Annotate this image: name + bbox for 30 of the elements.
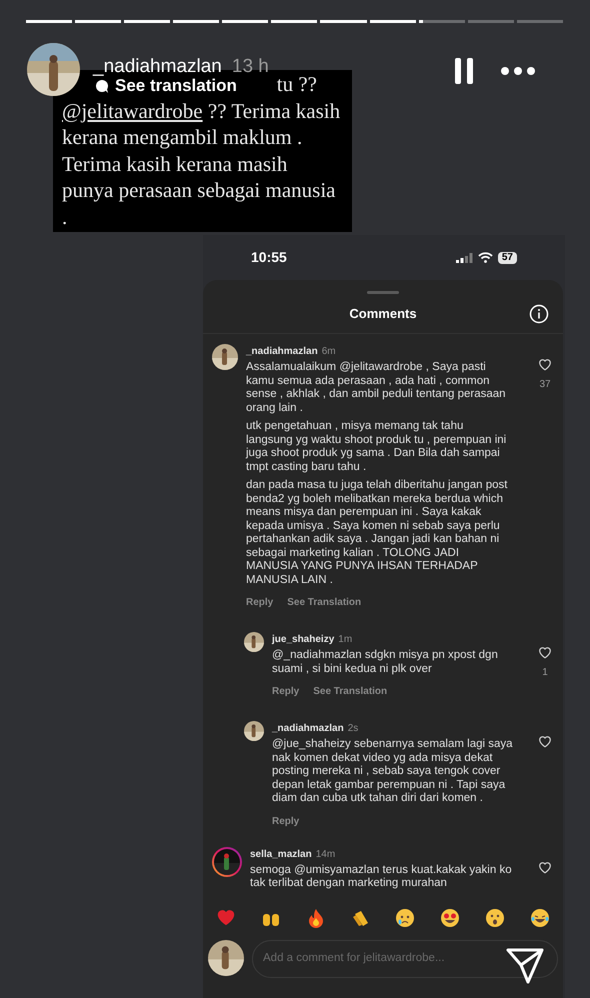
comment-action-link[interactable]: See Translation [287, 595, 362, 610]
comment-text: dan pada masa tu juga telah diberitahu jangan post benda2 yg boleh melibatkan mereka berdua which means misya dan perempuan ini . Saya kakak kepada umisya . Saya komen ni sebab saya perlu pertahankan adik saya . Jangan jadi kan bahan ni sebagai marketing kalian . TOLONG JADI MANUSIA YANG PUNYA IHSAN TERHADAP MANUSIA LAIN . [246, 479, 509, 587]
comment-username[interactable]: _nadiahmazlan [272, 721, 344, 736]
sheet-title: Comments [349, 304, 417, 323]
comment-text: Assalamualaikum @jelitawardrobe , Saya pasti kamu semua ada perasaan , ada hati , common sense , akhlak , dan ambil peduli tentang perasaan orang lain . [246, 361, 507, 415]
comment-time: 14m [316, 848, 336, 862]
like-count: 1 [542, 666, 548, 680]
comment-action-link[interactable]: Reply [246, 595, 274, 610]
comment-time: 2s [348, 722, 358, 736]
comment-input[interactable]: Add a comment for jelitawardrobe... [263, 950, 547, 968]
comment-text: @_nadiahmazlan sdgkn misya pn xpost dgn suami , si bini kedua ni plk over [272, 649, 499, 676]
status-time: 10:55 [251, 248, 287, 267]
battery-indicator: 57 [498, 252, 517, 264]
story-time: 13 h [232, 55, 269, 78]
comment-action-link[interactable]: Reply [272, 684, 300, 699]
like-count: 37 [539, 378, 551, 392]
caption-fragment: tu ?? [276, 71, 317, 98]
comment-text: @jue_shaheizy sebenarnya semalam lagi saya nak komen dekat video yg ada misya dekat posting mereka ni , sebab saya tengok cover depan letak gambar perempuan ni . Tapi saya diam dan cuba utk tahan diri dari komen . [272, 738, 514, 806]
comment-text: utk pengetahuan , misya memang tak tahu langsung yg waktu shoot produk tu , perempuan ini juga shoot produk yg sama . Dan Bila dah sampai tmpt casting baru tahu . [246, 420, 508, 474]
comment-action-link[interactable]: See Translation [313, 684, 388, 699]
comment-action-link[interactable]: Reply [272, 814, 300, 828]
caption-text: @jelitawardrobe ?? Terima kasih kerana mengambil maklum . Terima kasih kerana masih punya perasaan sebagai manusia . [62, 98, 342, 230]
comment-text: semoga @umisyamazlan terus kuat.kakak yakin ko tak terlibat dengan marketing murahan [250, 864, 513, 890]
comment-time: 6m [322, 345, 336, 359]
comment-username[interactable]: jue_shaheizy [272, 632, 334, 647]
comment-field[interactable]: Add a comment for jelitawardrobe... [252, 940, 558, 978]
comment-time: 1m [338, 633, 352, 647]
comment-username[interactable]: _nadiahmazlan [246, 344, 318, 359]
mention-link[interactable]: @jelitawardrobe [62, 98, 203, 122]
comment-username[interactable]: sella_mazlan [250, 846, 312, 862]
